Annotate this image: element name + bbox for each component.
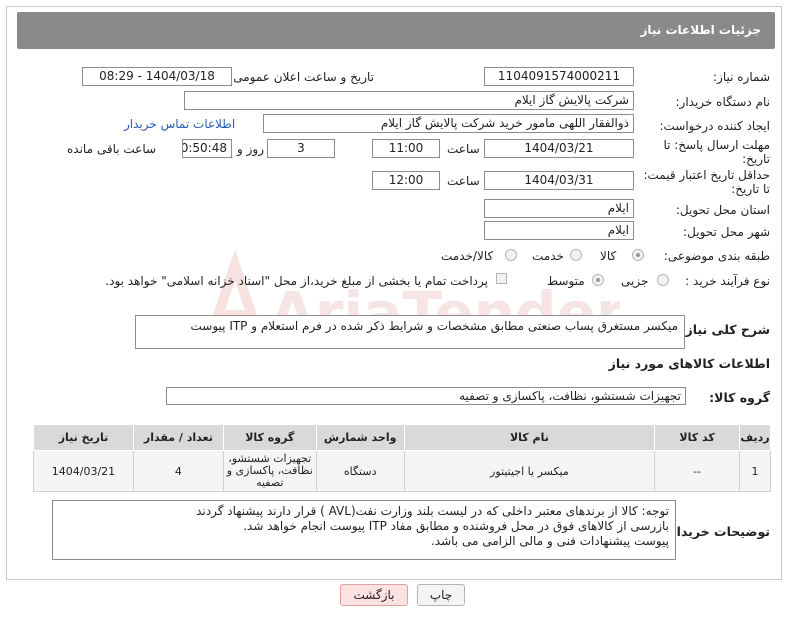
requester-label: ایجاد کننده درخواست:	[659, 119, 770, 133]
province-label: استان محل تحویل:	[675, 203, 770, 217]
col-row: ردیف	[739, 424, 771, 451]
deadline-label-date: تاریخ:	[742, 152, 770, 166]
category-option-goods-service: کالا/خدمت	[441, 249, 494, 263]
announce-label: تاریخ و ساعت اعلان عمومی:	[229, 70, 374, 84]
category-option-service: خدمت	[532, 249, 564, 263]
cell-unit: دستگاه	[315, 450, 405, 492]
goods-table: ردیف کد کالا نام کالا واحد شمارش گروه کا…	[33, 424, 771, 492]
need-number-label: شماره نیاز:	[713, 70, 770, 84]
summary-field: میکسر مستغرق پساب صنعتی مطابق مشخصات و ش…	[135, 315, 685, 349]
days-label: روز و	[237, 142, 264, 156]
announce-datetime-field: 1404/03/18 - 08:29	[82, 67, 232, 86]
cell-group: تجهیزات شستشو، نظافت، پاکسازی و تصفیه	[222, 450, 317, 492]
deadline-date-field: 1404/03/21	[484, 139, 634, 158]
category-label: طبقه بندی موضوعی:	[663, 249, 770, 263]
col-date: تاریخ نیاز	[33, 424, 134, 451]
buyer-note-line: پیوست پیشنهادات فنی و مالی الزامی می باش…	[430, 534, 669, 548]
days-remaining-field: 3	[267, 139, 335, 158]
page-title: جزئیات اطلاعات نیاز	[17, 12, 775, 49]
deadline-label: مهلت ارسال پاسخ: تا	[663, 138, 770, 152]
category-radio-goods-service[interactable]	[505, 249, 517, 261]
category-radio-service[interactable]	[570, 249, 582, 261]
col-code: کد کالا	[654, 424, 741, 451]
goods-group-field: تجهیزات شستشو، نظافت، پاکسازی و تصفیه	[166, 387, 686, 405]
validity-date-field: 1404/03/31	[484, 171, 634, 190]
summary-label: شرح کلی نیاز:	[680, 322, 770, 337]
deadline-time-label: ساعت	[447, 142, 480, 156]
city-field: ایلام	[484, 221, 634, 240]
validity-time-field: 12:00	[372, 171, 440, 190]
treasury-payment-note: پرداخت تمام یا بخشی از مبلغ خرید،از محل …	[105, 274, 488, 288]
buyer-org-field: شرکت پالایش گاز ایلام	[184, 91, 634, 110]
requester-field: ذوالفقار اللهی مامور خرید شرکت پالایش گا…	[263, 114, 634, 133]
need-number-field: 1104091574000211	[484, 67, 634, 86]
buyer-org-label: نام دستگاه خریدار:	[675, 95, 771, 109]
goods-section-title: اطلاعات کالاهای مورد نیاز	[608, 356, 770, 371]
col-qty: تعداد / مقدار	[132, 424, 224, 451]
table-row: 1 -- میکسر یا اجیتیتور دستگاه تجهیزات شس…	[33, 450, 771, 492]
treasury-payment-checkbox[interactable]	[496, 273, 507, 284]
cell-name: میکسر یا اجیتیتور	[403, 450, 656, 492]
buyer-note-line: توجه: کالا از برندهای معتبر داخلی که در …	[196, 504, 669, 518]
cell-date: 1404/03/21	[33, 450, 134, 492]
validity-label-date: تا تاریخ:	[731, 182, 770, 196]
goods-group-label: گروه کالا:	[709, 390, 770, 405]
validity-time-label: ساعت	[447, 174, 480, 188]
process-radio-minor[interactable]	[657, 274, 669, 286]
back-button[interactable]: بازگشت	[340, 584, 408, 606]
process-option-minor: جزیی	[621, 274, 649, 288]
city-label: شهر محل تحویل:	[683, 225, 770, 239]
process-option-medium: متوسط	[547, 274, 585, 288]
process-label: نوع فرآیند خرید :	[685, 274, 770, 288]
cell-row: 1	[739, 450, 771, 492]
remaining-time-field: 00:50:48	[182, 139, 232, 158]
buyer-notes-field: توجه: کالا از برندهای معتبر داخلی که در …	[52, 500, 676, 560]
buyer-notes-label: توضیحات خریدار:	[664, 524, 770, 539]
cell-qty: 4	[132, 450, 224, 492]
goods-table-header: ردیف کد کالا نام کالا واحد شمارش گروه کا…	[33, 424, 771, 451]
category-option-goods: کالا	[600, 249, 617, 263]
buyer-contact-link[interactable]: اطلاعات تماس خریدار	[124, 117, 235, 131]
validity-label: حداقل تاریخ اعتبار قیمت:	[643, 168, 770, 182]
col-name: نام کالا	[403, 424, 656, 451]
category-radio-goods[interactable]	[632, 249, 644, 261]
cell-code: --	[654, 450, 741, 492]
process-radio-medium[interactable]	[592, 274, 604, 286]
col-group: گروه کالا	[222, 424, 317, 451]
summary-text: میکسر مستغرق پساب صنعتی مطابق مشخصات و ش…	[190, 319, 679, 333]
buyer-note-line: بازرسی از کالاهای فوق در محل فروشنده و م…	[243, 519, 669, 533]
col-unit: واحد شمارش	[315, 424, 405, 451]
print-button[interactable]: چاپ	[417, 584, 465, 606]
remaining-time-label: ساعت باقی مانده	[67, 142, 157, 156]
province-field: ایلام	[484, 199, 634, 218]
deadline-time-field: 11:00	[372, 139, 440, 158]
